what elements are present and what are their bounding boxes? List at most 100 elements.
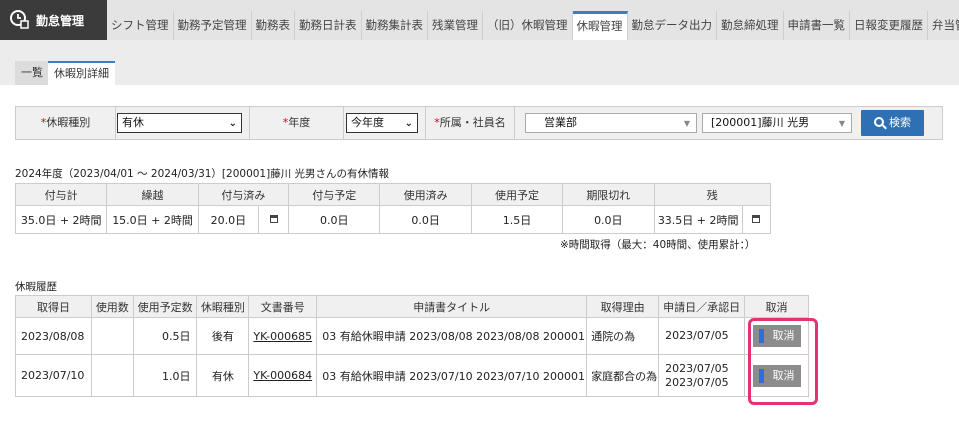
table-header: 残 — [653, 183, 771, 206]
table-header: 取得日 — [15, 295, 92, 318]
app-brand[interactable]: 勤怠管理 — [0, 0, 107, 40]
cancel-button[interactable]: 取消 — [752, 364, 801, 387]
grant-planned-value: 0.0日 — [288, 205, 381, 234]
table-header: 申請日／承認日 — [658, 295, 746, 318]
doc-number-link[interactable]: YK-000684 — [253, 369, 312, 382]
nav-tab-schedule[interactable]: 勤務予定管理 — [174, 11, 252, 40]
calendar-icon — [269, 215, 278, 223]
carryover-value: 15.0日 + 2時間 — [106, 205, 199, 234]
history-planned: 0.5日 — [132, 317, 198, 355]
year-select[interactable]: 今年度 ⌄ — [346, 113, 418, 133]
expired-value: 0.0日 — [562, 205, 655, 234]
table-row: 2023/08/08 0.5日 後有 YK-000685 03 有給休暇申請 2… — [15, 317, 809, 355]
granted-total-value: 35.0日 + 2時間 — [14, 205, 108, 234]
search-button[interactable]: 検索 — [861, 110, 924, 136]
leave-summary-table: 付与計 繰越 付与済み 付与予定 使用済み 使用予定 期限切れ 残 35.0日 … — [14, 183, 772, 234]
cancel-marker-icon — [758, 329, 764, 343]
remaining-detail-button[interactable] — [741, 205, 772, 234]
history-type: 有休 — [196, 354, 250, 397]
clock-logo-icon — [10, 10, 29, 29]
table-header: 使用予定 — [470, 183, 564, 206]
history-used — [90, 317, 134, 355]
table-header-row: 付与計 繰越 付与済み 付与予定 使用済み 使用予定 期限切れ 残 — [14, 183, 771, 206]
leave-history-table: 取得日 使用数 使用予定数 休暇種別 文書番号 申請書タイトル 取得理由 申請日… — [15, 295, 809, 397]
nav-tab-summary[interactable]: 勤務集計表 — [362, 11, 428, 40]
apply-date: 2023/07/05 — [665, 361, 729, 375]
table-header: 期限切れ — [562, 183, 655, 206]
nav-tab-daily-sheet[interactable]: 勤務日計表 — [295, 11, 362, 40]
nav-tab-report-history[interactable]: 日報変更履歴 — [850, 11, 928, 40]
nav-tab-lunch[interactable]: 弁当管理 — [928, 11, 959, 40]
nav-tab-old-leave[interactable]: （旧）休暇管理 — [483, 11, 573, 40]
dept-select[interactable]: 営業部 ▼ — [525, 113, 697, 133]
caret-down-icon: ▼ — [838, 119, 845, 128]
history-title: 03 有給休暇申請 2023/08/08 2023/08/08 200001 — [316, 317, 588, 355]
table-header: 付与計 — [14, 183, 108, 206]
history-dates: 2023/07/05 2023/07/05 — [658, 354, 746, 397]
leave-type-select[interactable]: 有休 ⌄ — [117, 113, 242, 133]
granted-detail-button[interactable] — [257, 205, 290, 234]
search-bar: *休暇種別 有休 ⌄ *年度 今年度 ⌄ *所属・社員名 営業部 ▼ [200001]… — [15, 106, 943, 140]
nav-tab-closing[interactable]: 勤怠締処理 — [717, 11, 784, 40]
table-row: 2023/07/10 1.0日 有休 YK-000684 03 有給休暇申請 2… — [15, 354, 809, 397]
history-date: 2023/08/08 — [15, 317, 92, 355]
use-planned-value: 1.5日 — [470, 205, 564, 234]
table-header: 取消 — [744, 295, 809, 318]
subtab-leave-detail[interactable]: 休暇別詳細 — [48, 61, 115, 85]
nav-tab-applications[interactable]: 申請書一覧 — [784, 11, 850, 40]
nav-tab-overtime[interactable]: 残業管理 — [428, 11, 483, 40]
main-content: *休暇種別 有休 ⌄ *年度 今年度 ⌄ *所属・社員名 営業部 ▼ [200001]… — [0, 85, 959, 425]
sub-tabs: 一覧 休暇別詳細 — [0, 40, 959, 85]
table-header: 繰越 — [106, 183, 199, 206]
table-header: 付与予定 — [288, 183, 381, 206]
history-cancel-cell: 取消 — [744, 354, 809, 397]
history-planned: 1.0日 — [132, 354, 198, 397]
remaining-value: 33.5日 + 2時間 — [653, 205, 743, 234]
table-header: 使用済み — [379, 183, 472, 206]
nav-tab-shift[interactable]: シフト管理 — [107, 11, 174, 40]
used-value: 0.0日 — [379, 205, 472, 234]
cancel-marker-icon — [758, 368, 764, 383]
calendar-icon — [752, 215, 761, 223]
history-doc-number[interactable]: YK-000685 — [248, 317, 318, 355]
year-label: *年度 — [249, 107, 344, 139]
table-header-row: 取得日 使用数 使用予定数 休暇種別 文書番号 申請書タイトル 取得理由 申請日… — [15, 295, 809, 318]
app-title: 勤怠管理 — [36, 14, 85, 28]
nav-tab-leave[interactable]: 休暇管理 — [572, 11, 628, 40]
table-header: 申請書タイトル — [316, 295, 588, 318]
table-header: 付与済み — [197, 183, 290, 206]
history-used — [90, 354, 134, 397]
nav-tab-timesheet[interactable]: 勤務表 — [252, 11, 295, 40]
history-reason: 家庭都合の為 — [586, 354, 660, 397]
cancel-button[interactable]: 取消 — [752, 325, 801, 347]
history-caption: 休暇履歴 — [15, 281, 57, 293]
search-icon — [874, 117, 884, 127]
chevron-down-icon: ⌄ — [404, 118, 413, 129]
history-type: 後有 — [196, 317, 250, 355]
table-row: 35.0日 + 2時間 15.0日 + 2時間 20.0日 0.0日 0.0日 … — [14, 205, 772, 234]
top-navigation-bar: 勤怠管理 シフト管理 勤務予定管理 勤務表 勤務日計表 勤務集計表 残業管理 （… — [0, 0, 959, 40]
history-cancel-cell: 取消 — [744, 317, 809, 355]
subtab-list[interactable]: 一覧 — [15, 61, 49, 85]
history-dates: 2023/07/05 — [658, 317, 746, 355]
employee-select[interactable]: [200001]藤川 光男 ▼ — [702, 113, 852, 133]
summary-caption: 2024年度（2023/04/01 ～ 2024/03/31）[200001]藤… — [15, 168, 390, 180]
dept-label: *所属・社員名 — [425, 107, 515, 139]
leave-type-label: *休暇種別 — [16, 107, 116, 139]
main-nav-tabs: シフト管理 勤務予定管理 勤務表 勤務日計表 勤務集計表 残業管理 （旧）休暇管… — [107, 11, 959, 40]
doc-number-link[interactable]: YK-000685 — [253, 330, 312, 343]
table-header: 使用予定数 — [132, 295, 198, 318]
time-acquisition-note: ※時間取得（最大：40時間、使用累計：） — [560, 239, 756, 251]
history-date: 2023/07/10 — [15, 354, 92, 397]
history-reason: 通院の為 — [586, 317, 660, 355]
table-header: 使用数 — [90, 295, 134, 318]
table-header: 休暇種別 — [196, 295, 250, 318]
apply-date: 2023/07/05 — [665, 329, 729, 342]
nav-tab-data-export[interactable]: 勤怠データ出力 — [628, 11, 717, 40]
history-title: 03 有給休暇申請 2023/07/10 2023/07/10 200001 — [316, 354, 588, 397]
table-header: 取得理由 — [586, 295, 660, 318]
caret-down-icon: ▼ — [683, 119, 690, 128]
granted-value: 20.0日 — [197, 205, 259, 234]
history-doc-number[interactable]: YK-000684 — [248, 354, 318, 397]
table-header: 文書番号 — [248, 295, 318, 318]
